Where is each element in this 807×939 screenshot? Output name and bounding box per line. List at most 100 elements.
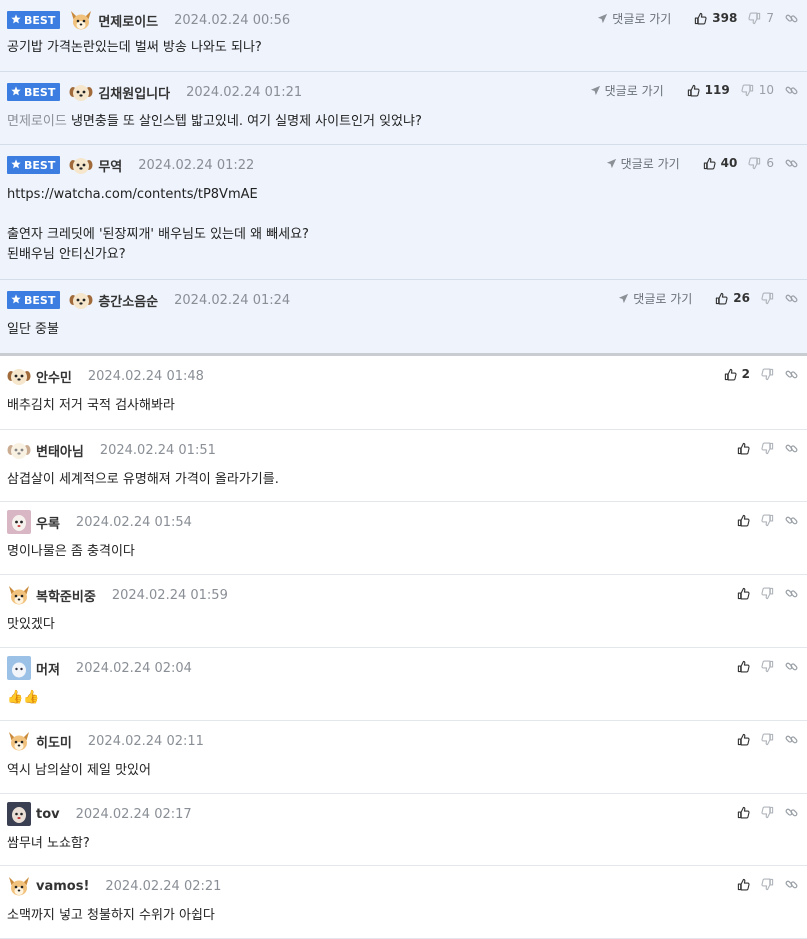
link-button[interactable] <box>785 157 798 170</box>
upvote-button[interactable]: 2 <box>724 367 750 381</box>
link-button[interactable] <box>785 84 798 97</box>
link-button[interactable] <box>785 442 798 455</box>
thumb-down-icon <box>761 878 774 891</box>
author-name[interactable]: 히도미 <box>36 732 72 751</box>
author-name[interactable]: tov <box>36 807 60 822</box>
downvote-button[interactable] <box>761 660 774 673</box>
author-name[interactable]: 김채원입니다 <box>98 83 170 102</box>
downvote-button[interactable]: 7 <box>748 11 774 25</box>
avatar[interactable] <box>69 8 93 32</box>
upvote-button[interactable]: 398 <box>694 11 737 25</box>
comment-date: 2024.02.24 01:48 <box>87 368 204 384</box>
comment-text: 👍👍 <box>7 690 40 705</box>
upvote-button[interactable] <box>737 660 750 673</box>
best-badge-label: BEST <box>24 158 56 172</box>
thumb-up-icon <box>703 157 716 170</box>
comment-text: 삼겹살이 세계적으로 유명해져 가격이 올라가기를. <box>7 472 279 487</box>
upvote-button[interactable]: 40 <box>703 156 737 170</box>
avatar[interactable] <box>7 364 31 388</box>
goto-comment-button[interactable]: 댓글로 가기 <box>606 155 680 172</box>
downvote-button[interactable] <box>761 733 774 746</box>
upvote-button[interactable] <box>737 587 750 600</box>
upvote-button[interactable] <box>737 514 750 527</box>
downvote-button[interactable] <box>761 806 774 819</box>
comment-text: 역시 남의살이 제일 맛있어 <box>7 763 151 778</box>
best-badge: BEST <box>7 11 61 29</box>
goto-comment-button[interactable]: 댓글로 가기 <box>597 10 671 27</box>
link-button[interactable] <box>785 12 798 25</box>
upvote-button[interactable] <box>737 806 750 819</box>
upvote-button[interactable]: 119 <box>687 83 730 97</box>
avatar[interactable] <box>7 874 31 898</box>
author-name[interactable]: 머져 <box>36 659 60 678</box>
downvote-button[interactable] <box>761 587 774 600</box>
comment-body: 소맥까지 넣고 청불하지 수위가 아쉽다 <box>7 906 215 926</box>
comment-header: BEST 김채원입니다 2024.02.24 01:21 <box>7 72 302 112</box>
downvote-button[interactable] <box>761 292 774 305</box>
author-name[interactable]: vamos! <box>36 879 89 894</box>
upvote-button[interactable] <box>737 733 750 746</box>
downvote-button[interactable]: 6 <box>748 156 774 170</box>
upvote-button[interactable] <box>737 878 750 891</box>
downvote-button[interactable] <box>761 514 774 527</box>
downvote-count: 7 <box>766 11 774 25</box>
thumb-down-icon <box>761 806 774 819</box>
comment-actions: 댓글로 가기 40 6 <box>606 145 798 181</box>
avatar[interactable] <box>69 153 93 177</box>
author-name[interactable]: 변태아님 <box>36 441 84 460</box>
comment-body: 일단 중불 <box>7 320 59 340</box>
link-button[interactable] <box>785 733 798 746</box>
upvote-button[interactable] <box>737 442 750 455</box>
thumb-down-icon <box>761 733 774 746</box>
comment-body: 명이나물은 좀 충격이다 <box>7 542 135 562</box>
goto-comment-button[interactable]: 댓글로 가기 <box>618 290 692 307</box>
goto-comment-label: 댓글로 가기 <box>620 156 680 171</box>
avatar[interactable] <box>7 729 31 753</box>
comment-date: 2024.02.24 01:21 <box>186 84 303 100</box>
link-icon <box>785 12 798 25</box>
link-button[interactable] <box>785 660 798 673</box>
avatar[interactable] <box>7 583 31 607</box>
goto-comment-button[interactable]: 댓글로 가기 <box>590 82 664 99</box>
avatar[interactable] <box>7 802 31 826</box>
downvote-button[interactable] <box>761 368 774 381</box>
comment: 우록 2024.02.24 01:54 명이나물은 좀 충격이다 <box>0 502 807 575</box>
link-button[interactable] <box>785 878 798 891</box>
mention-link[interactable]: 면제로이드 <box>7 114 67 129</box>
author-name[interactable]: 우록 <box>36 513 60 532</box>
comment-header: tov 2024.02.24 02:17 <box>7 794 192 834</box>
thumb-up-icon <box>737 878 750 891</box>
comment-actions <box>726 866 798 902</box>
avatar[interactable] <box>7 510 31 534</box>
avatar[interactable] <box>7 656 31 680</box>
link-button[interactable] <box>785 368 798 381</box>
author-name[interactable]: 무역 <box>98 156 122 175</box>
avatar[interactable] <box>69 80 93 104</box>
comment-body: 쌈무녀 노쇼함? <box>7 834 90 854</box>
comment-text: 냉면충들 또 살인스텝 밟고있네. 여기 실명제 사이트인거 잊었냐? <box>70 114 422 129</box>
author-name[interactable]: 층간소음순 <box>98 291 158 310</box>
author-name[interactable]: 면제로이드 <box>98 11 158 30</box>
avatar[interactable] <box>7 438 31 462</box>
downvote-count: 10 <box>758 83 774 97</box>
thumb-up-icon <box>737 587 750 600</box>
downvote-button[interactable] <box>761 442 774 455</box>
downvote-button[interactable] <box>761 878 774 891</box>
comment-text: 공기밥 가격논란있는데 벌써 방송 나와도 되나? <box>7 40 262 55</box>
link-button[interactable] <box>785 806 798 819</box>
comment-actions <box>726 721 798 757</box>
link-icon <box>785 806 798 819</box>
comment-header: 히도미 2024.02.24 02:11 <box>7 721 204 761</box>
author-name[interactable]: 안수민 <box>36 367 72 386</box>
comment-body: 공기밥 가격논란있는데 벌써 방송 나와도 되나? <box>7 38 262 58</box>
comment-text: 일단 중불 <box>7 322 59 337</box>
thumb-up-icon <box>737 733 750 746</box>
link-button[interactable] <box>785 292 798 305</box>
avatar[interactable] <box>69 288 93 312</box>
author-name[interactable]: 복학준비중 <box>36 586 96 605</box>
link-button[interactable] <box>785 514 798 527</box>
link-button[interactable] <box>785 587 798 600</box>
link-icon <box>785 660 798 673</box>
downvote-button[interactable]: 10 <box>741 83 774 97</box>
upvote-button[interactable]: 26 <box>715 291 750 305</box>
